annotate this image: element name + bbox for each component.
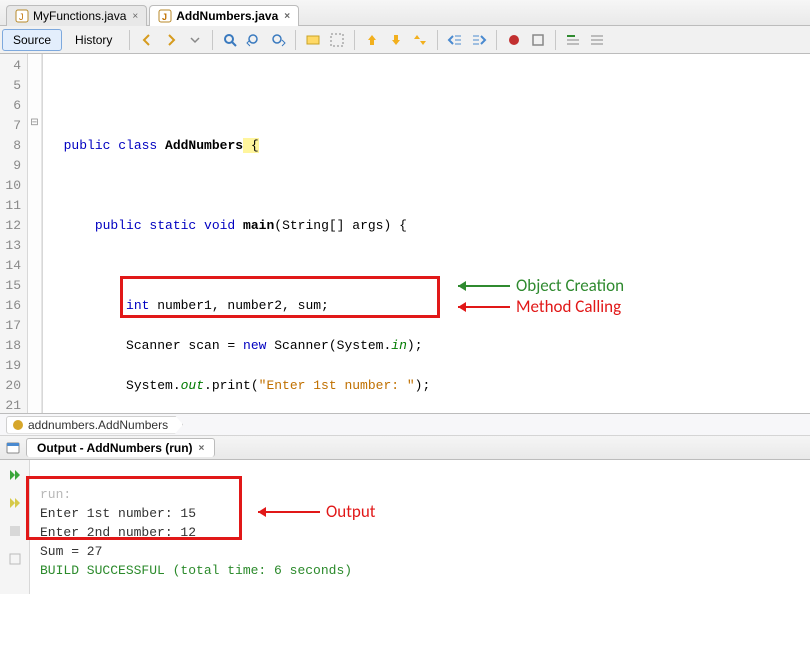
annotation-object-creation: Object Creation	[452, 276, 624, 296]
separator	[212, 30, 213, 50]
stop-icon[interactable]	[527, 29, 549, 51]
stop-run-icon[interactable]	[4, 520, 26, 542]
close-icon[interactable]: ×	[284, 11, 290, 22]
tab-addnumbers[interactable]: J AddNumbers.java ×	[149, 5, 299, 26]
breadcrumb-item[interactable]: addnumbers.AddNumbers	[6, 416, 183, 434]
code-editor[interactable]: 4 5 6 7 8 9 10 11 12 13 14 15 16 17 18 1…	[0, 54, 810, 414]
separator	[129, 30, 130, 50]
comment-icon[interactable]	[562, 29, 584, 51]
uncomment-icon[interactable]	[586, 29, 608, 51]
close-icon[interactable]: ×	[199, 443, 205, 454]
svg-text:J: J	[162, 12, 167, 22]
class-icon	[11, 418, 25, 432]
find-next-icon[interactable]	[267, 29, 289, 51]
rerun-icon[interactable]	[4, 464, 26, 486]
history-button[interactable]: History	[64, 29, 123, 51]
indent-left-icon[interactable]	[444, 29, 466, 51]
indent-right-icon[interactable]	[468, 29, 490, 51]
find-icon[interactable]	[219, 29, 241, 51]
shift-mixed-icon[interactable]	[409, 29, 431, 51]
output-text[interactable]: run: Enter 1st number: 15 Enter 2nd numb…	[30, 460, 810, 594]
tab-label: AddNumbers.java	[176, 9, 278, 23]
nav-back-icon[interactable]	[136, 29, 158, 51]
shift-up-icon[interactable]	[361, 29, 383, 51]
output-gutter	[0, 460, 30, 594]
fold-toggle-icon[interactable]: ⊟	[28, 114, 41, 134]
tab-myfunctions[interactable]: J MyFunctions.java ×	[6, 5, 147, 26]
file-tab-bar: J MyFunctions.java × J AddNumbers.java ×	[0, 0, 810, 26]
separator	[555, 30, 556, 50]
code-text[interactable]: public class AddNumbers { public static …	[42, 54, 810, 413]
highlight-icon[interactable]	[302, 29, 324, 51]
tab-label: MyFunctions.java	[33, 9, 126, 23]
editor-toolbar: Source History	[0, 26, 810, 54]
separator	[354, 30, 355, 50]
shift-down-icon[interactable]	[385, 29, 407, 51]
line-number-gutter: 4 5 6 7 8 9 10 11 12 13 14 15 16 17 18 1…	[0, 54, 28, 413]
fold-gutter: ⊟	[28, 54, 42, 413]
output-icon	[6, 441, 20, 455]
find-prev-icon[interactable]	[243, 29, 265, 51]
close-icon[interactable]: ×	[132, 11, 138, 22]
separator	[295, 30, 296, 50]
output-panel: run: Enter 1st number: 15 Enter 2nd numb…	[0, 460, 810, 594]
annotation-output: Output	[252, 502, 375, 521]
separator	[437, 30, 438, 50]
rerun-alt-icon[interactable]	[4, 492, 26, 514]
output-panel-title: Output - AddNumbers (run)	[37, 441, 193, 455]
annotation-method-calling: Method Calling	[452, 297, 621, 317]
dropdown-icon[interactable]	[184, 29, 206, 51]
svg-text:J: J	[19, 12, 24, 22]
record-icon[interactable]	[503, 29, 525, 51]
source-button[interactable]: Source	[2, 29, 62, 51]
java-file-icon: J	[158, 9, 172, 23]
selection-icon[interactable]	[326, 29, 348, 51]
separator	[496, 30, 497, 50]
nav-fwd-icon[interactable]	[160, 29, 182, 51]
java-file-icon: J	[15, 9, 29, 23]
settings-run-icon[interactable]	[4, 548, 26, 570]
output-panel-header: Output - AddNumbers (run) ×	[0, 436, 810, 460]
breadcrumb: addnumbers.AddNumbers	[0, 414, 810, 436]
